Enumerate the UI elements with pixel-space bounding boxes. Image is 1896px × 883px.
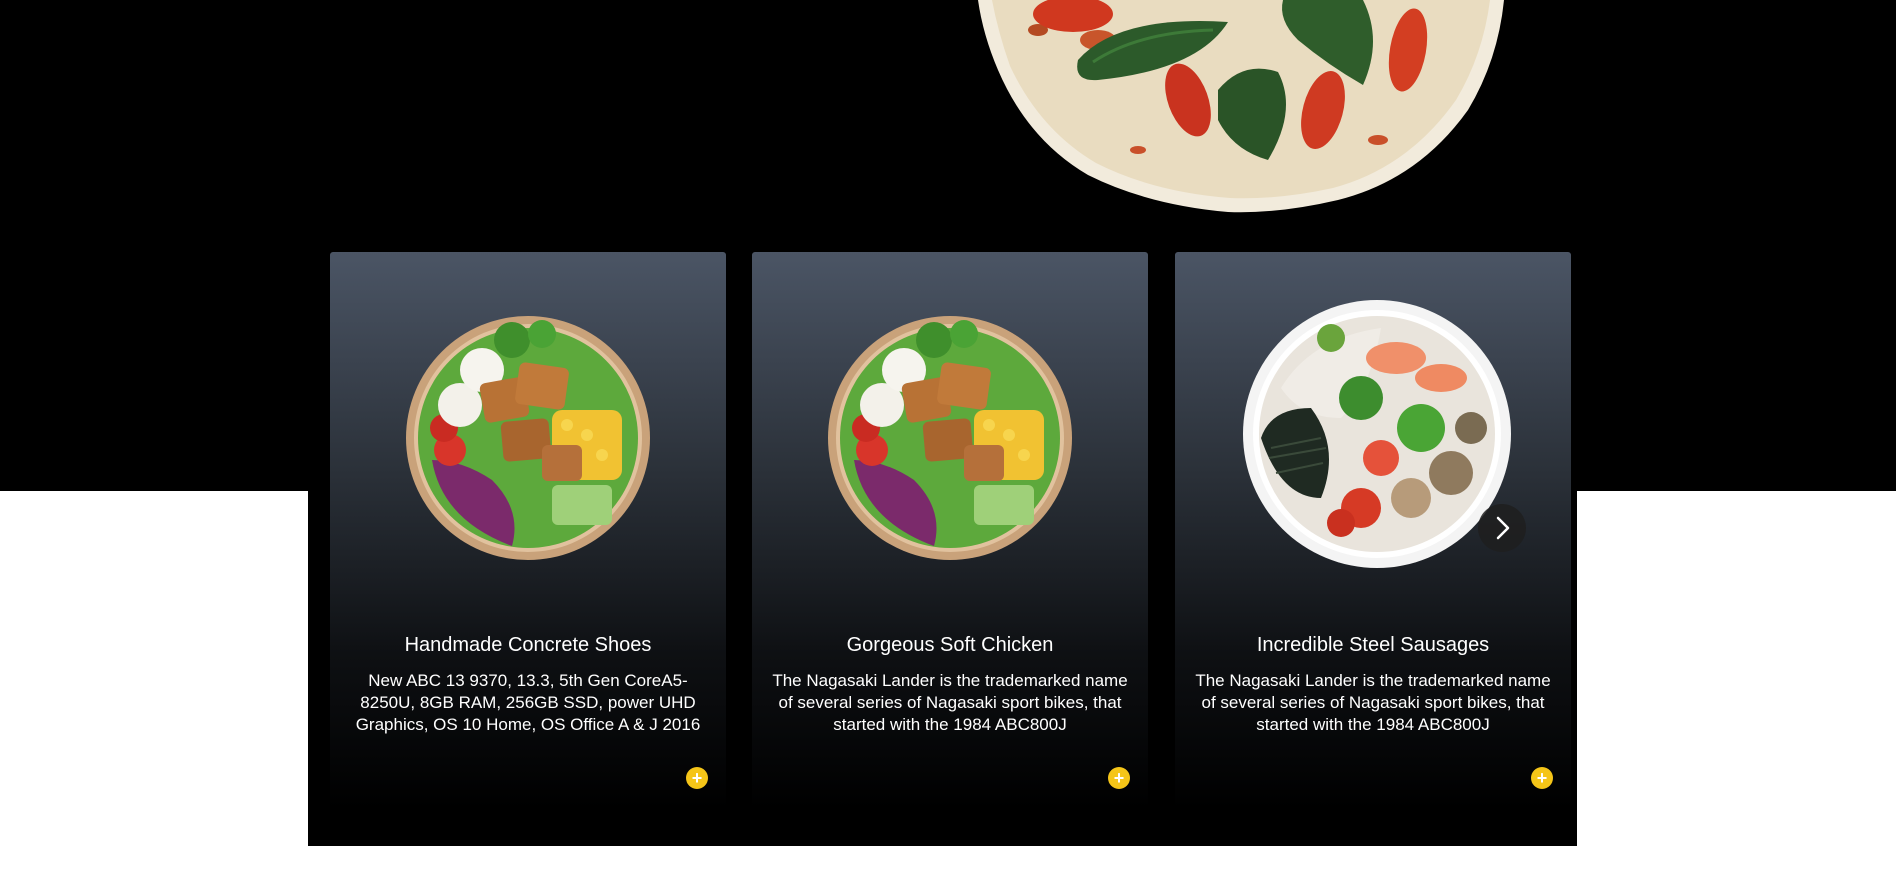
salad-bowl-image	[824, 310, 1076, 562]
card-title: Gorgeous Soft Chicken	[846, 634, 1054, 656]
page: Handmade Concrete Shoes New ABC 13 9370,…	[0, 0, 1896, 883]
plus-icon: +	[691, 768, 703, 788]
carousel-next-button[interactable]	[1478, 504, 1526, 552]
add-to-cart-button[interactable]: +	[1531, 767, 1553, 789]
product-card[interactable]: Gorgeous Soft Chicken The Nagasaki Lande…	[752, 252, 1148, 810]
add-to-cart-button[interactable]: +	[686, 767, 708, 789]
product-card[interactable]: Handmade Concrete Shoes New ABC 13 9370,…	[330, 252, 726, 810]
card-title: Handmade Concrete Shoes	[404, 634, 652, 656]
noodle-bowl-image	[1243, 300, 1511, 568]
card-description: The Nagasaki Lander is the trademarked n…	[1195, 671, 1551, 734]
salad-bowl-image	[402, 310, 654, 562]
card-title: Incredible Steel Sausages	[1256, 634, 1490, 656]
card-description: New ABC 13 9370, 13.3, 5th Gen CoreA5-82…	[355, 671, 701, 734]
card-description: The Nagasaki Lander is the trademarked n…	[772, 671, 1128, 734]
chevron-right-icon	[1496, 516, 1510, 540]
plus-icon: +	[1536, 768, 1548, 788]
add-to-cart-button[interactable]: +	[1108, 767, 1130, 789]
pizza-hero-image	[978, 0, 1504, 214]
plus-icon: +	[1113, 768, 1125, 788]
